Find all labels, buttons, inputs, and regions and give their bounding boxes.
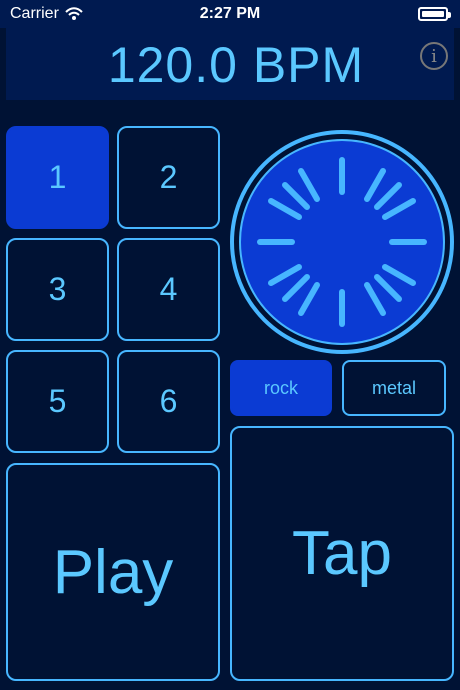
pad-2[interactable]: 2 xyxy=(117,126,220,229)
pad-6-label: 6 xyxy=(159,383,178,419)
pad-1-label: 1 xyxy=(48,159,67,195)
tap-label: Tap xyxy=(292,519,392,588)
status-bar: Carrier 2:27 PM xyxy=(0,0,460,28)
bpm-display: 120.0 BPM xyxy=(107,37,365,93)
info-icon[interactable]: i xyxy=(420,42,448,70)
pad-1[interactable]: 1 xyxy=(6,126,109,229)
tempo-dial-icon[interactable] xyxy=(230,130,454,354)
clock: 2:27 PM xyxy=(199,5,261,22)
tap-button[interactable]: Tap xyxy=(230,426,454,681)
pad-3-label: 3 xyxy=(48,271,67,307)
pad-5-label: 5 xyxy=(48,383,67,419)
style-rock-button[interactable]: rock xyxy=(230,360,332,416)
battery-icon xyxy=(418,7,451,21)
style-rock-label: rock xyxy=(263,377,298,398)
pad-6[interactable]: 6 xyxy=(117,350,220,453)
play-button[interactable]: Play xyxy=(6,463,220,681)
bpm-header: 120.0 BPM i xyxy=(6,28,454,100)
pad-2-label: 2 xyxy=(159,159,178,195)
play-label: Play xyxy=(52,537,174,607)
style-metal-button[interactable]: metal xyxy=(342,360,446,416)
battery-fill xyxy=(422,11,444,17)
pad-5[interactable]: 5 xyxy=(6,350,109,453)
pad-3[interactable]: 3 xyxy=(6,238,109,341)
pad-4-label: 4 xyxy=(159,271,178,307)
style-metal-label: metal xyxy=(371,377,416,398)
pad-4[interactable]: 4 xyxy=(117,238,220,341)
